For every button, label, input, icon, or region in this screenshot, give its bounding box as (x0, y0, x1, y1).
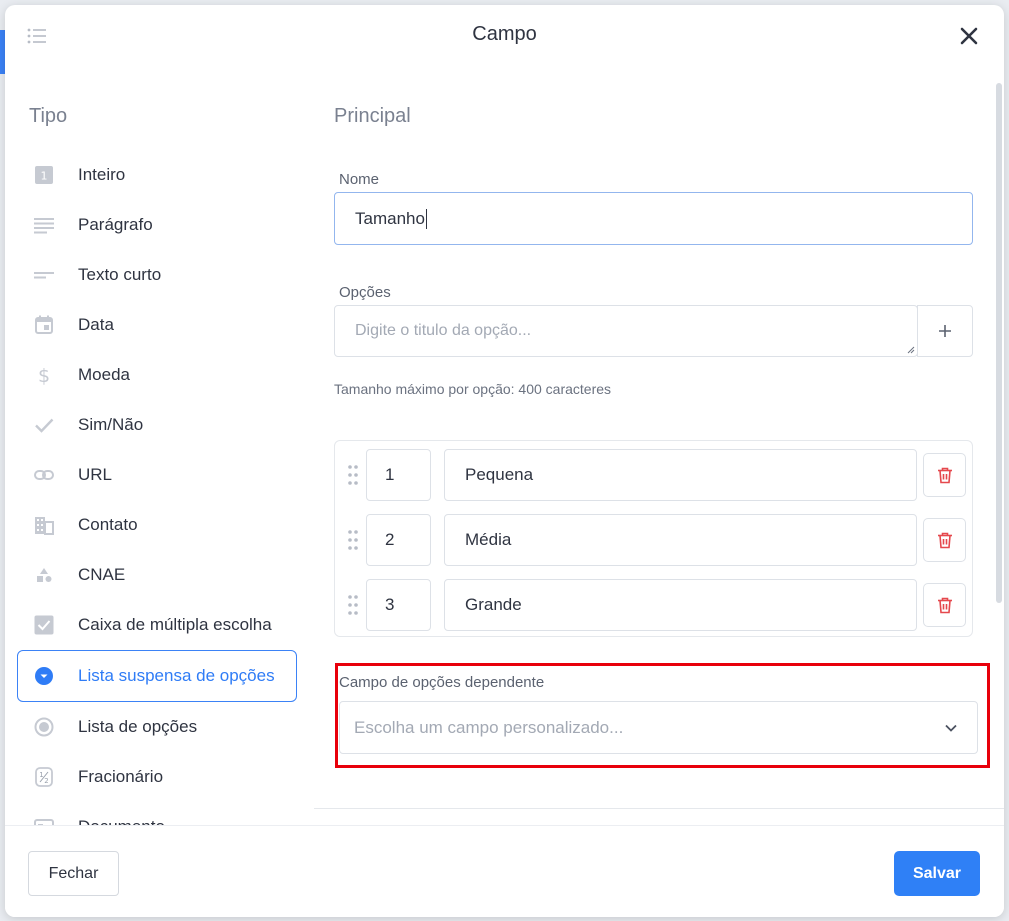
svg-text:1: 1 (41, 170, 48, 183)
delete-option-button[interactable] (923, 453, 966, 497)
divider (314, 808, 1004, 809)
paragraph-icon (34, 215, 54, 235)
main-panel: Principal Nome Tamanho Opções Digite o t… (310, 85, 1004, 825)
chevron-down-icon (945, 724, 957, 732)
options-list: 1 Pequena 2 Média 3 Grande (334, 440, 973, 637)
add-option-button[interactable] (917, 305, 973, 357)
type-list: 1 Inteiro Parágrafo Texto curto Data $ M… (17, 150, 297, 825)
check-icon (34, 415, 54, 435)
type-item-texto-curto[interactable]: Texto curto (17, 250, 297, 300)
type-item-contato[interactable]: Contato (17, 500, 297, 550)
option-row: 2 Média (335, 514, 972, 566)
option-title-field[interactable]: Pequena (444, 449, 917, 501)
type-item-url[interactable]: URL (17, 450, 297, 500)
option-title-field[interactable]: Média (444, 514, 917, 566)
option-title-placeholder: Digite o titulo da opção... (355, 322, 532, 339)
plus-icon (939, 325, 951, 337)
drag-handle-icon[interactable] (347, 529, 359, 551)
svg-text:$: $ (38, 365, 50, 385)
text-caret (425, 208, 427, 229)
modal-title: Campo (472, 23, 537, 45)
type-item-inteiro[interactable]: 1 Inteiro (17, 150, 297, 200)
option-order-input[interactable]: 3 (366, 579, 431, 631)
calendar-icon (34, 315, 54, 335)
option-row: 3 Grande (335, 579, 972, 631)
name-input-value: Tamanho (355, 208, 425, 228)
type-item-moeda[interactable]: $ Moeda (17, 350, 297, 400)
dependent-field-placeholder: Escolha um campo personalizado... (354, 717, 624, 737)
type-panel: Tipo 1 Inteiro Parágrafo Texto curto Dat… (5, 85, 310, 825)
radio-icon (34, 717, 54, 737)
options-hint: Tamanho máximo por opção: 400 caracteres (334, 381, 612, 397)
type-item-label: Moeda (78, 365, 130, 384)
type-item-caixa-multipla[interactable]: Caixa de múltipla escolha (17, 600, 297, 650)
link-icon (34, 465, 54, 485)
type-item-label: Sim/Não (78, 415, 144, 434)
trash-icon (937, 532, 952, 548)
type-item-label: URL (78, 465, 113, 484)
type-item-label: Inteiro (78, 165, 126, 184)
option-title-field[interactable]: Grande (444, 579, 917, 631)
name-label: Nome (339, 171, 380, 188)
short-text-icon (34, 265, 54, 285)
close-button[interactable]: Fechar (28, 851, 119, 896)
drag-handle-icon[interactable] (347, 594, 359, 616)
document-icon (34, 817, 54, 825)
type-item-label: Caixa de múltipla escolha (78, 615, 272, 634)
type-item-lista-suspensa[interactable]: Lista suspensa de opções (17, 650, 297, 702)
svg-text:2: 2 (44, 777, 48, 785)
checkbox-icon (34, 615, 54, 635)
options-label: Opções (339, 284, 391, 301)
building-icon (34, 515, 54, 535)
resize-grip-icon[interactable] (907, 346, 915, 354)
main-section-title: Principal (334, 105, 411, 127)
fraction-icon: 12 (34, 767, 54, 787)
type-item-lista-opcoes[interactable]: Lista de opções (17, 702, 297, 752)
delete-option-button[interactable] (923, 583, 966, 627)
type-item-label: Texto curto (78, 265, 162, 284)
type-item-label: Lista suspensa de opções (78, 666, 275, 685)
type-item-label: Fracionário (78, 767, 164, 786)
type-item-data[interactable]: Data (17, 300, 297, 350)
dropdown-circle-icon (34, 666, 54, 686)
scrollbar[interactable] (996, 83, 1002, 603)
modal-footer: Fechar Salvar (5, 825, 1004, 917)
save-button[interactable]: Salvar (894, 851, 980, 896)
drag-handle-icon[interactable] (347, 464, 359, 486)
shapes-icon (34, 565, 54, 585)
type-item-fracionario[interactable]: 12 Fracionário (17, 752, 297, 802)
type-item-paragrafo[interactable]: Parágrafo (17, 200, 297, 250)
trash-icon (937, 467, 952, 483)
modal-header: Campo (5, 5, 1004, 67)
dependent-field-label: Campo de opções dependente (339, 674, 545, 691)
dependent-field-select[interactable]: Escolha um campo personalizado... (339, 701, 978, 754)
type-item-label: Contato (78, 515, 138, 534)
option-title-input[interactable]: Digite o titulo da opção... (334, 305, 918, 357)
field-modal: Campo Tipo 1 Inteiro Parágrafo Texto cur… (5, 5, 1004, 917)
option-row: 1 Pequena (335, 449, 972, 501)
type-item-label: Data (78, 315, 114, 334)
option-order-input[interactable]: 1 (366, 449, 431, 501)
dollar-icon: $ (34, 365, 54, 385)
type-item-documento[interactable]: Documento (17, 802, 297, 825)
option-order-input[interactable]: 2 (366, 514, 431, 566)
close-icon[interactable] (958, 25, 980, 47)
type-item-label: Documento (78, 817, 165, 825)
name-input[interactable]: Tamanho (334, 192, 973, 245)
integer-icon: 1 (34, 165, 54, 185)
type-item-label: CNAE (78, 565, 126, 584)
type-item-sim-nao[interactable]: Sim/Não (17, 400, 297, 450)
trash-icon (937, 597, 952, 613)
type-item-cnae[interactable]: CNAE (17, 550, 297, 600)
type-item-label: Parágrafo (78, 215, 153, 234)
type-item-label: Lista de opções (78, 717, 198, 736)
type-section-title: Tipo (29, 105, 68, 127)
delete-option-button[interactable] (923, 518, 966, 562)
